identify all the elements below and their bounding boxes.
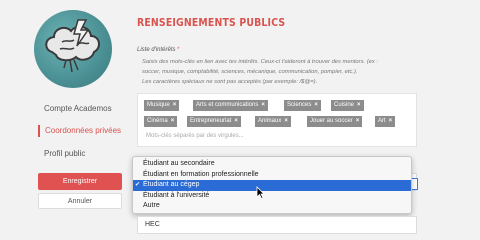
remove-tag-icon[interactable]: × [357, 102, 361, 108]
tag-label: Arts et communications [196, 102, 259, 108]
tag-chip: Jouer au soccer × [307, 116, 363, 127]
save-button[interactable]: Enregistrer [38, 173, 122, 190]
brain-lightning-icon [45, 19, 100, 73]
remove-tag-icon[interactable]: × [314, 102, 318, 108]
status-dropdown-menu[interactable]: Étudiant au secondaire Étudiant en forma… [132, 156, 412, 214]
tag-entry-placeholder[interactable]: Mots-clés séparés par des virgules... [146, 133, 244, 139]
remove-tag-icon[interactable]: × [171, 118, 175, 124]
help-line: Les caractères spéciaux ne sont pas acce… [142, 79, 318, 85]
dropdown-option[interactable]: Étudiant au secondaire [133, 159, 411, 170]
tag-label: Cinéma [147, 118, 168, 124]
dropdown-option-selected[interactable]: ✔ Étudiant au cégep [133, 180, 411, 191]
cancel-button[interactable]: Annuler [38, 193, 122, 209]
tag-label: Cuisine [334, 102, 355, 108]
tag-label: Art [378, 118, 386, 124]
remove-tag-icon[interactable]: × [284, 118, 288, 124]
tag-chip: Sciences × [284, 100, 321, 111]
tag-label: Entrepreneuriat [190, 118, 232, 124]
tag-chip: Art × [375, 116, 396, 127]
tag-label: Animaux [258, 118, 282, 124]
interests-label: Liste d'intérêts * [137, 47, 180, 53]
checkmark-icon: ✔ [135, 182, 141, 188]
interests-help-text: Saisis des mots-clés en lien avec tes in… [142, 57, 427, 87]
tag-label: Sciences [287, 102, 312, 108]
required-mark: * [177, 47, 180, 53]
tag-label: Jouer au soccer [310, 118, 353, 124]
dropdown-option-label: Étudiant au cégep [143, 181, 200, 188]
tag-chip: Cinéma × [144, 116, 178, 127]
avatar[interactable] [34, 10, 112, 88]
help-line: soccer, musique, comptabilité, sciences,… [142, 69, 358, 75]
dropdown-option[interactable]: Étudiant en formation professionnelle [133, 170, 411, 181]
tag-chip: Musique × [144, 100, 180, 111]
tag-chip: Animaux × [255, 116, 291, 127]
school-input[interactable]: HEC [137, 216, 417, 234]
tag-chip: Arts et communications × [193, 100, 268, 111]
sidebar-item-compte[interactable]: Compte Academos [38, 103, 112, 115]
tag-label: Musique [147, 102, 170, 108]
dropdown-option[interactable]: Étudiant à l'université [133, 191, 411, 202]
remove-tag-icon[interactable]: × [173, 102, 177, 108]
remove-tag-icon[interactable]: × [356, 118, 360, 124]
sidebar-item-profil[interactable]: Profil public [38, 148, 85, 160]
sidebar-item-coordonnees[interactable]: Coordonnées privées [38, 125, 121, 137]
help-line: Saisis des mots-clés en lien avec tes in… [142, 59, 378, 65]
dropdown-option[interactable]: Autre [133, 201, 411, 212]
section-title: RENSEIGNEMENTS PUBLICS [137, 16, 286, 29]
remove-tag-icon[interactable]: × [389, 118, 393, 124]
remove-tag-icon[interactable]: × [261, 102, 265, 108]
interests-tag-input[interactable]: Musique × Arts et communications × Science… [137, 93, 417, 147]
tag-chip: Cuisine × [331, 100, 364, 111]
remove-tag-icon[interactable]: × [234, 118, 238, 124]
interests-label-text: Liste d'intérêts [137, 47, 176, 53]
mouse-cursor-icon [256, 186, 265, 199]
sidebar: Compte Academos Coordonnées privées Prof… [0, 0, 130, 240]
tag-chip: Entrepreneuriat × [187, 116, 241, 127]
status-select-focus-edge [412, 178, 418, 190]
